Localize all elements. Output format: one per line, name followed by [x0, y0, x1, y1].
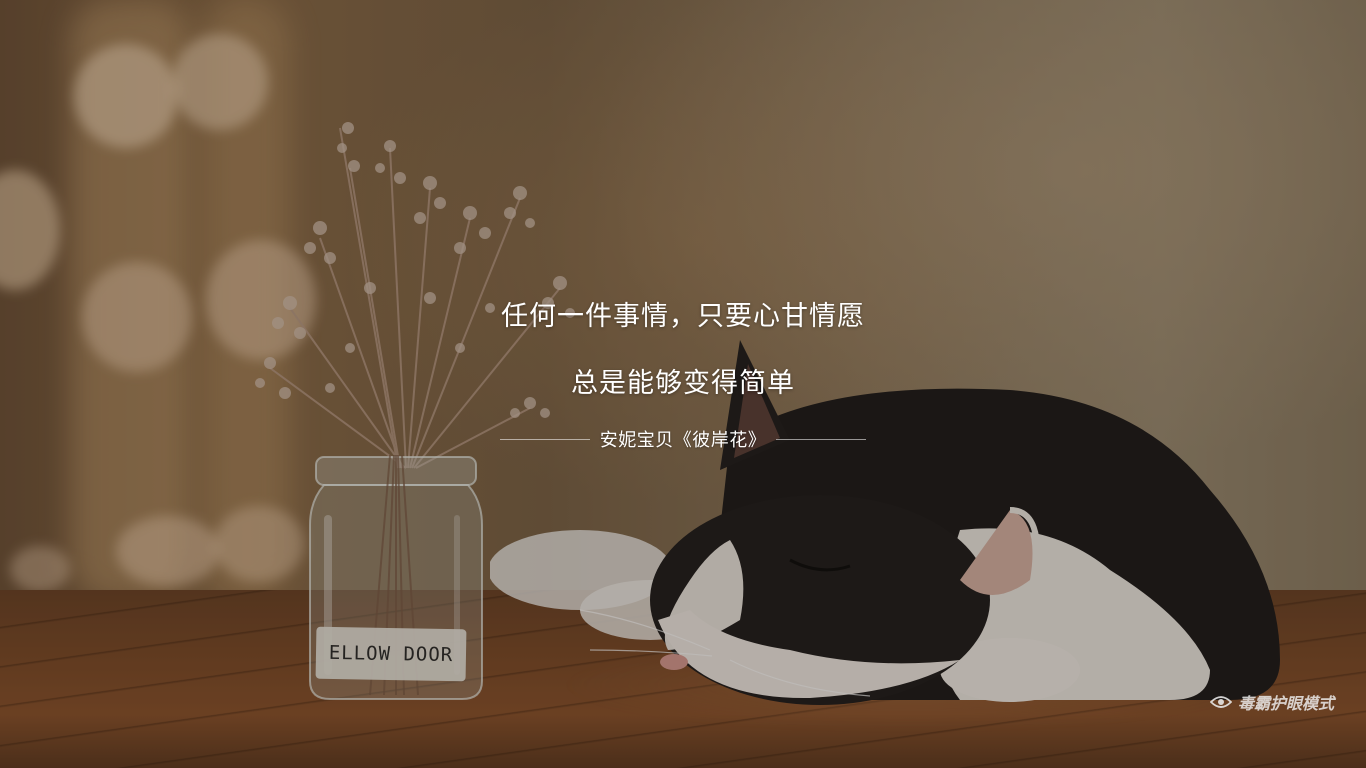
quote-attribution: 安妮宝贝《彼岸花》 [0, 426, 1366, 452]
eye-icon [1209, 696, 1232, 708]
quote-line-2: 总是能够变得简单 [571, 368, 795, 399]
quote-line-1: 任何一件事情，只要心甘情愿 [501, 301, 865, 332]
attribution-rule-left [499, 438, 590, 440]
attribution-text: 安妮宝贝《彼岸花》 [599, 430, 767, 451]
attribution-rule-right [776, 438, 867, 440]
wallpaper-screen: ELLOW DOOR 任何一件事情，只要心甘情愿 总是能够变得简单 安妮宝贝《彼… [0, 0, 1366, 768]
watermark-text: 毒霸护眼模式 [1237, 694, 1334, 713]
eye-protection-watermark: 毒霸护眼模式 [1209, 690, 1334, 714]
